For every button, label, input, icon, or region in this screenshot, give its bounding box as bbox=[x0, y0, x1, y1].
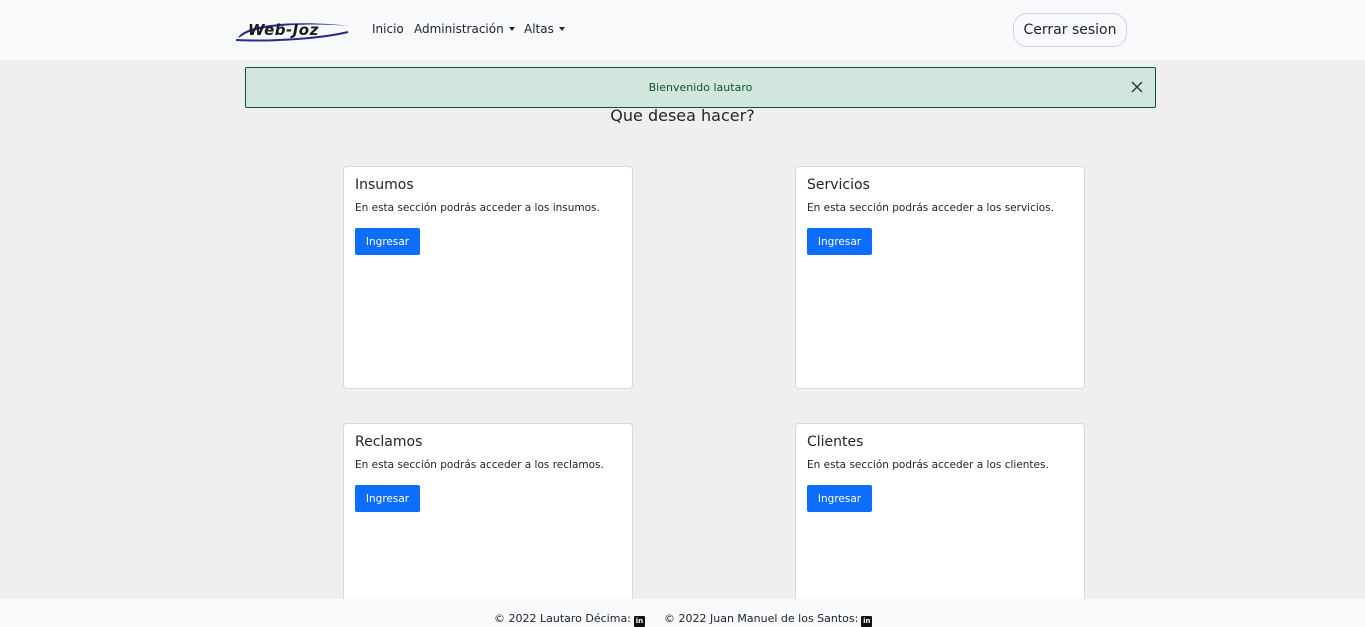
card-servicios: Servicios En esta sección podrás acceder… bbox=[795, 166, 1085, 389]
nav-link-inicio[interactable]: Inicio bbox=[372, 22, 404, 36]
card-insumos: Insumos En esta sección podrás acceder a… bbox=[343, 166, 633, 389]
logout-button[interactable]: Cerrar sesion bbox=[1013, 13, 1127, 47]
page-heading: Que desea hacer? bbox=[610, 106, 755, 125]
footer: © 2022 Lautaro Décima: in © 2022 Juan Man… bbox=[0, 599, 1365, 627]
ingresar-insumos-button[interactable]: Ingresar bbox=[355, 228, 420, 255]
card-text: En esta sección podrás acceder a los ser… bbox=[807, 202, 1055, 214]
nav-dropdown-altas-label: Altas bbox=[524, 22, 554, 36]
card-text: En esta sección podrás acceder a los rec… bbox=[355, 459, 604, 471]
close-icon[interactable] bbox=[1129, 79, 1145, 95]
nav-dropdown-administracion-label: Administración bbox=[414, 22, 504, 36]
footer-credit-juan: © 2022 Juan Manuel de los Santos: in bbox=[664, 612, 873, 627]
nav-dropdown-altas[interactable]: Altas bbox=[524, 22, 565, 36]
card-title: Reclamos bbox=[355, 434, 423, 450]
logo-text: Web-Joz bbox=[248, 21, 319, 39]
alert-message: Bienvenido lautaro bbox=[648, 81, 753, 94]
caret-down-icon bbox=[558, 27, 565, 31]
nav-dropdown-administracion[interactable]: Administración bbox=[414, 22, 515, 36]
ingresar-reclamos-button[interactable]: Ingresar bbox=[355, 485, 420, 512]
card-text: En esta sección podrás acceder a los ins… bbox=[355, 202, 600, 214]
ingresar-servicios-button[interactable]: Ingresar bbox=[807, 228, 872, 255]
footer-credit-text: © 2022 Lautaro Décima: bbox=[494, 612, 631, 625]
card-title: Servicios bbox=[807, 177, 870, 193]
linkedin-icon[interactable]: in bbox=[633, 616, 645, 627]
ingresar-clientes-button[interactable]: Ingresar bbox=[807, 485, 872, 512]
navbar: Web-Joz Inicio Administración Altas Cerr… bbox=[0, 0, 1365, 60]
linkedin-icon[interactable]: in bbox=[861, 616, 873, 627]
caret-down-icon bbox=[508, 27, 515, 31]
footer-credit-text: © 2022 Juan Manuel de los Santos: bbox=[664, 612, 859, 625]
card-title: Clientes bbox=[807, 434, 864, 450]
card-reclamos: Reclamos En esta sección podrás acceder … bbox=[343, 423, 633, 623]
footer-credit-lautaro: © 2022 Lautaro Décima: in bbox=[494, 612, 645, 627]
card-title: Insumos bbox=[355, 177, 414, 193]
card-text: En esta sección podrás acceder a los cli… bbox=[807, 459, 1049, 471]
card-clientes: Clientes En esta sección podrás acceder … bbox=[795, 423, 1085, 623]
welcome-alert: Bienvenido lautaro bbox=[245, 67, 1156, 108]
logo[interactable]: Web-Joz bbox=[234, 18, 352, 42]
